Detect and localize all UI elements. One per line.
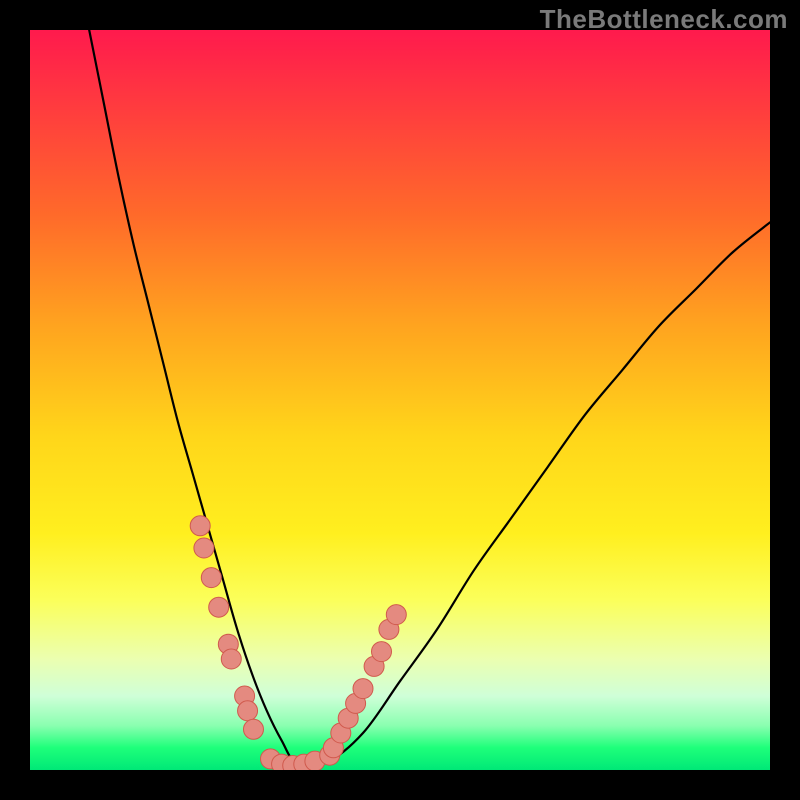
marker-dot	[190, 516, 210, 536]
marker-dot	[194, 538, 214, 558]
chart-container: TheBottleneck.com	[0, 0, 800, 800]
marker-dot	[221, 649, 241, 669]
marker-group	[190, 516, 406, 770]
marker-dot	[353, 679, 373, 699]
marker-dot	[372, 642, 392, 662]
marker-dot	[243, 719, 263, 739]
plot-area	[30, 30, 770, 770]
curve-layer	[30, 30, 770, 770]
marker-dot	[201, 568, 221, 588]
marker-dot	[209, 597, 229, 617]
marker-dot	[238, 701, 258, 721]
marker-dot	[386, 605, 406, 625]
watermark-text: TheBottleneck.com	[540, 4, 788, 35]
bottleneck-curve	[89, 30, 770, 766]
